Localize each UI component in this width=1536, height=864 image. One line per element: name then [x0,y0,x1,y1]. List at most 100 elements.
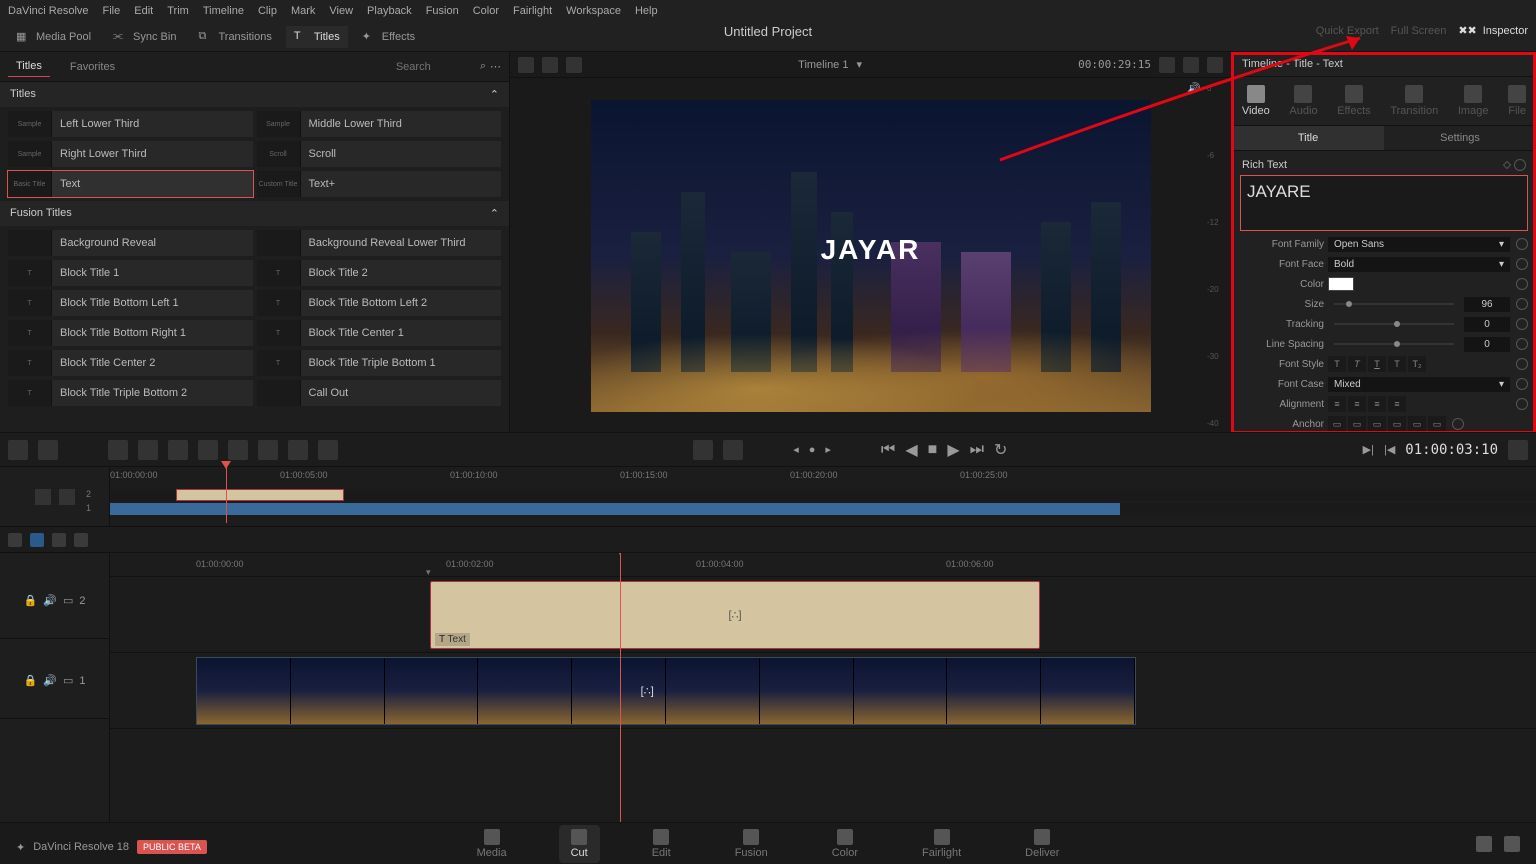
tools-icon[interactable] [1159,57,1175,73]
font-face-dropdown[interactable]: Bold▾ [1328,257,1510,272]
tool-icon[interactable] [288,440,308,460]
inspector-tab-file[interactable]: File [1504,81,1530,121]
section-fusion-titles[interactable]: Fusion Titles⌃ [0,201,509,226]
inspector-tab-effects[interactable]: Effects [1333,81,1374,121]
menu-item[interactable]: DaVinci Resolve [8,5,89,17]
title-item[interactable]: TBlock Title Triple Bottom 1 [257,350,502,376]
inspector-tab-image[interactable]: Image [1454,81,1493,121]
lock-icon[interactable]: 🔒 [24,674,38,687]
safe-area-icon[interactable] [1183,57,1199,73]
loop-icon[interactable]: ↻ [994,440,1007,460]
menu-item[interactable]: View [329,5,353,17]
menu-item[interactable]: Help [635,5,658,17]
page-cut[interactable]: Cut [559,825,600,863]
reset-icon[interactable] [1516,378,1528,390]
page-color[interactable]: Color [820,825,870,863]
tracking-input[interactable] [1464,317,1510,332]
reset-icon[interactable] [1516,298,1528,310]
tool-icon[interactable] [30,533,44,547]
bypass-icon[interactable] [1207,57,1223,73]
audio-icon[interactable]: 🔊 [1187,82,1201,95]
inspector-tab-video[interactable]: Video [1238,81,1274,121]
next-edit-icon[interactable]: ▸ [825,443,831,456]
search-box[interactable]: ⌕ ⋯ [396,60,501,73]
tool-icon[interactable] [52,533,66,547]
tool-icon[interactable] [198,440,218,460]
play-icon[interactable]: ▶ [947,440,959,460]
tool-icon[interactable] [138,440,158,460]
menu-item[interactable]: Mark [291,5,315,17]
cut-icon[interactable] [38,440,58,460]
media-pool-button[interactable]: ▦Media Pool [8,26,99,48]
split-icon[interactable] [108,440,128,460]
stop-icon[interactable]: ■ [928,441,938,459]
prev-edit-icon[interactable]: ◂ [793,443,799,456]
title-item[interactable]: TBlock Title Center 2 [8,350,253,376]
transport-timecode[interactable]: 01:00:03:10 [1405,442,1498,458]
title-item[interactable]: Call Out [257,380,502,406]
audio-icon[interactable]: 🔊 [43,674,57,687]
audio-icon[interactable]: 🔊 [43,594,57,607]
gear-icon[interactable] [1504,836,1520,852]
menu-item[interactable]: Timeline [203,5,244,17]
size-slider[interactable] [1334,303,1454,305]
line-spacing-input[interactable] [1464,337,1510,352]
anchor-buttons[interactable]: ▭▭▭▭▭▭ [1328,416,1446,432]
upper-ruler[interactable]: 01:00:00:00 01:00:05:00 01:00:10:00 01:0… [110,467,1536,485]
first-frame-icon[interactable]: ⏮ [881,441,895,459]
reset-icon[interactable] [1516,318,1528,330]
viewer-canvas[interactable]: JAYAR 0-6-12-20-30-40 🔊 [510,78,1231,434]
next-clip-icon[interactable]: ▶| [1363,443,1374,456]
track-header-v1[interactable]: 🔒 🔊 ▭ 1 [0,643,109,719]
title-item[interactable]: SampleMiddle Lower Third [257,111,502,137]
reset-icon[interactable] [1452,418,1464,430]
tool-icon[interactable] [318,440,338,460]
title-item[interactable]: Custom TitleText+ [257,171,502,197]
title-item[interactable]: ScrollScroll [257,141,502,167]
color-swatch[interactable] [1328,277,1354,291]
sync-bin-button[interactable]: ⫘Sync Bin [105,26,184,48]
menubar[interactable]: DaVinci Resolve File Edit Trim Timeline … [0,0,1536,22]
reset-icon[interactable] [1516,258,1528,270]
title-item[interactable]: TBlock Title 1 [8,260,253,286]
menu-item[interactable]: File [103,5,121,17]
title-item[interactable]: TBlock Title 2 [257,260,502,286]
boring-detector-icon[interactable] [8,440,28,460]
reset-icon[interactable] [1514,159,1526,171]
tab-favorites[interactable]: Favorites [62,57,123,77]
title-item[interactable]: TBlock Title Triple Bottom 2 [8,380,253,406]
effects-button[interactable]: ✦Effects [354,26,423,48]
menu-item[interactable]: Edit [134,5,153,17]
search-input[interactable] [396,61,476,73]
inspector-button[interactable]: ✖✖Inspector [1458,24,1528,37]
prev-clip-icon[interactable]: |◀ [1384,443,1395,456]
mini-video-clip[interactable] [110,503,1120,515]
more-icon[interactable]: ⋯ [490,60,501,73]
font-style-buttons[interactable]: TTTTT₂ [1328,356,1426,372]
titles-button[interactable]: TTitles [286,26,348,48]
inspector-tab-audio[interactable]: Audio [1285,81,1321,121]
reset-icon[interactable] [1516,358,1528,370]
page-media[interactable]: Media [465,825,519,863]
track-header-v2[interactable]: 🔒 🔊 ▭ 2 [0,563,109,639]
tool-icon[interactable] [59,489,75,505]
video-icon[interactable]: ▭ [63,594,73,607]
size-input[interactable] [1464,297,1510,312]
tool-icon[interactable] [258,440,278,460]
title-item[interactable]: Basic TitleText [8,171,253,197]
tool-icon[interactable] [35,489,51,505]
menu-item[interactable]: Trim [167,5,189,17]
menu-icon[interactable] [1508,440,1528,460]
menu-item[interactable]: Playback [367,5,412,17]
home-icon[interactable] [1476,836,1492,852]
full-screen-button[interactable]: Full Screen [1391,25,1447,37]
quick-export-button[interactable]: Quick Export [1316,25,1379,37]
title-item[interactable]: Background Reveal [8,230,253,256]
menu-item[interactable]: Fairlight [513,5,552,17]
font-case-dropdown[interactable]: Mixed▾ [1328,377,1510,392]
inspector-subtab-title[interactable]: Title [1232,126,1384,150]
mini-text-clip[interactable] [176,489,344,501]
title-item[interactable]: TBlock Title Bottom Right 1 [8,320,253,346]
keyframe-icon[interactable] [1503,161,1511,169]
lower-playhead[interactable] [620,553,621,822]
